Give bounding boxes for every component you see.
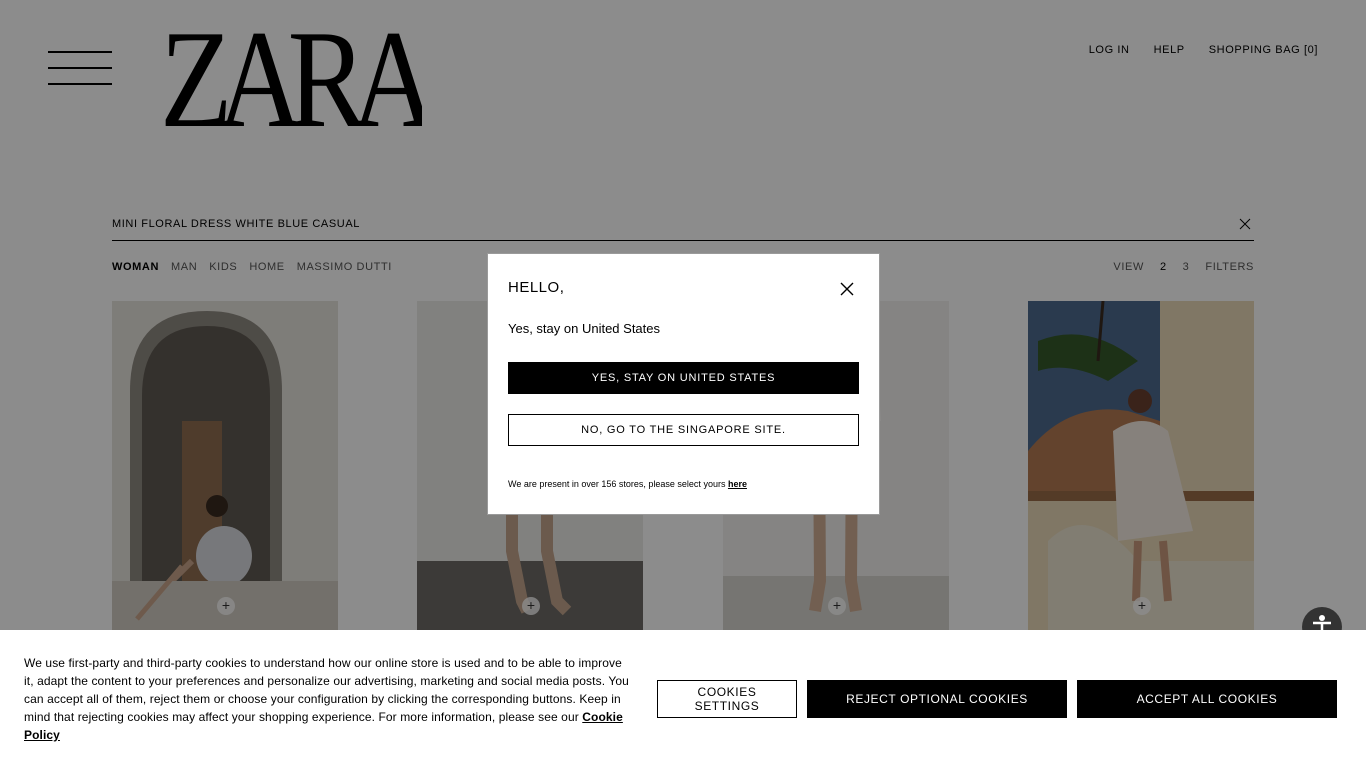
- go-singapore-button[interactable]: NO, GO TO THE SINGAPORE SITE.: [508, 414, 859, 446]
- close-icon[interactable]: [838, 280, 856, 298]
- reject-optional-cookies-button[interactable]: REJECT OPTIONAL COOKIES: [807, 680, 1067, 718]
- modal-subtitle: Yes, stay on United States: [508, 321, 661, 336]
- cookie-text: We use first-party and third-party cooki…: [24, 654, 634, 744]
- cookie-description: We use first-party and third-party cooki…: [24, 656, 629, 724]
- country-selection-modal: HELLO, Yes, stay on United States YES, S…: [487, 253, 880, 515]
- zara-page: ZARA LOG IN HELP SHOPPING BAG [0] MINI F…: [0, 0, 1366, 768]
- modal-title: HELLO,: [508, 279, 565, 296]
- cookies-settings-button[interactable]: COOKIES SETTINGS: [657, 680, 797, 718]
- modal-footer-text: We are present in over 156 stores, pleas…: [508, 479, 728, 489]
- cookie-banner: We use first-party and third-party cooki…: [0, 630, 1366, 768]
- stay-united-states-button[interactable]: YES, STAY ON UNITED STATES: [508, 362, 859, 394]
- accept-all-cookies-button[interactable]: ACCEPT ALL COOKIES: [1077, 680, 1337, 718]
- store-select-link[interactable]: here: [728, 479, 747, 489]
- modal-footer: We are present in over 156 stores, pleas…: [508, 479, 747, 489]
